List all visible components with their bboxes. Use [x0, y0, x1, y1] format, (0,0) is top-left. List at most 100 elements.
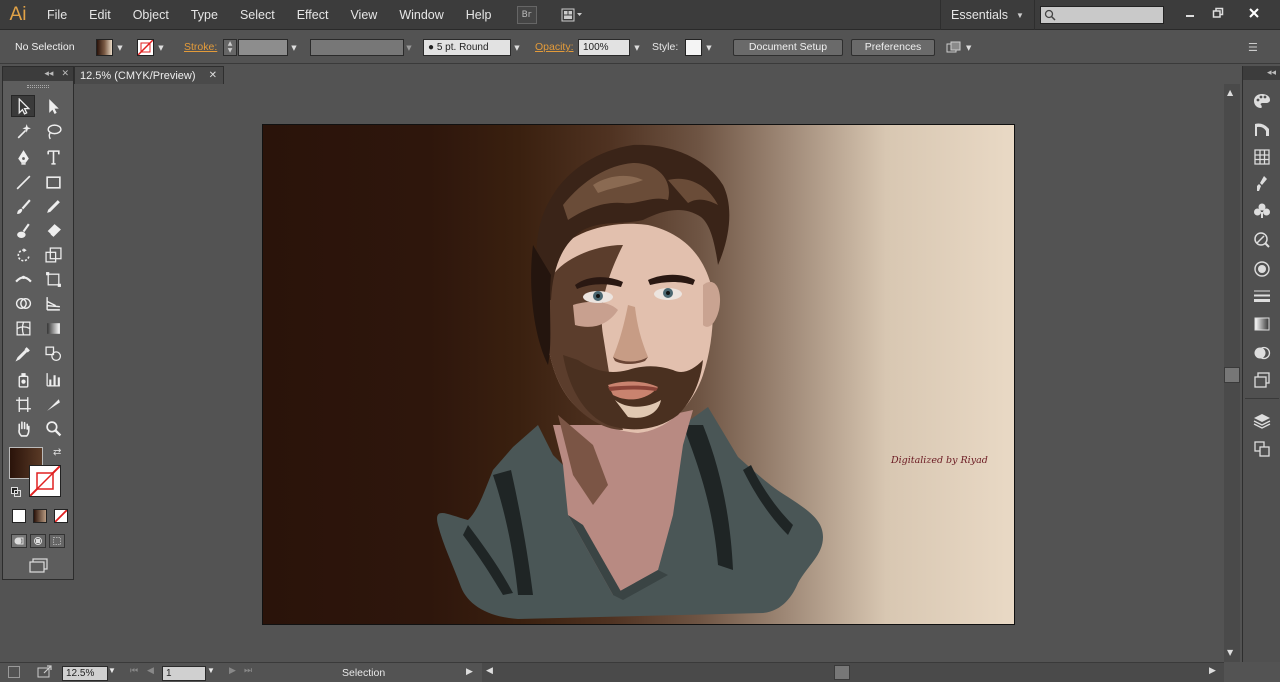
menu-object[interactable]: Object — [122, 0, 180, 30]
artboard-tool-icon[interactable] — [11, 393, 35, 415]
arrange-documents-icon[interactable] — [557, 6, 587, 24]
menu-view[interactable]: View — [339, 0, 388, 30]
status-menu-icon[interactable]: ▶ — [466, 666, 473, 677]
close-icon[interactable] — [1240, 3, 1268, 23]
symbols-icon[interactable] — [1251, 200, 1273, 222]
panel-menu-icon[interactable]: ☰ — [1248, 39, 1264, 56]
stroke-weight-field[interactable] — [238, 39, 288, 56]
menu-file[interactable]: File — [36, 0, 78, 30]
brush-dropdown-icon[interactable]: ▼ — [512, 39, 522, 56]
graphic-style-swatch[interactable] — [685, 39, 702, 56]
document-state-icon[interactable] — [8, 666, 20, 678]
column-graph-tool-icon[interactable] — [41, 368, 65, 390]
appearance-icon[interactable] — [1251, 258, 1273, 280]
lasso-tool-icon[interactable] — [41, 120, 65, 142]
line-segment-tool-icon[interactable] — [11, 171, 35, 193]
stroke-color-box[interactable] — [29, 465, 61, 497]
close-document-icon[interactable]: ✕ — [209, 70, 217, 81]
symbol-sprayer-tool-icon[interactable] — [11, 368, 35, 390]
menu-help[interactable]: Help — [455, 0, 503, 30]
canvas-area[interactable]: Digitalized by Riyad — [74, 84, 1224, 662]
graphic-styles-icon[interactable] — [1251, 229, 1273, 251]
default-fill-stroke-icon[interactable] — [11, 487, 21, 497]
pen-tool-icon[interactable] — [11, 146, 35, 168]
stroke-weight-dropdown-icon[interactable]: ▼ — [289, 39, 299, 56]
opacity-label[interactable]: Opacity: — [535, 39, 574, 56]
workspace-switcher[interactable]: Essentials ▼ — [940, 0, 1035, 30]
open-in-bridge-icon[interactable] — [37, 665, 53, 679]
menu-edit[interactable]: Edit — [78, 0, 122, 30]
style-dropdown-icon[interactable]: ▼ — [704, 39, 714, 56]
swap-fill-stroke-icon[interactable]: ⇄ — [53, 447, 61, 458]
scroll-right-icon[interactable]: ▶ — [1209, 666, 1216, 676]
brushes-icon[interactable] — [1251, 173, 1273, 195]
layers-icon[interactable] — [1251, 410, 1273, 432]
selection-tool-icon[interactable] — [11, 95, 35, 117]
panel-grip[interactable] — [3, 81, 73, 91]
stroke-label[interactable]: Stroke: — [184, 39, 217, 56]
stroke-icon[interactable] — [1251, 285, 1273, 307]
perspective-grid-tool-icon[interactable] — [41, 292, 65, 314]
profile-dropdown-icon[interactable]: ▼ — [404, 39, 414, 56]
horizontal-scrollbar[interactable]: ◀ ▶ — [482, 662, 1224, 682]
menu-effect[interactable]: Effect — [286, 0, 340, 30]
stroke-weight-stepper[interactable]: ▲ ▼ — [223, 39, 237, 56]
brush-definition[interactable]: ● 5 pt. Round — [423, 39, 511, 56]
scale-tool-icon[interactable] — [41, 244, 65, 266]
rotate-tool-icon[interactable] — [11, 244, 35, 266]
zoom-tool-icon[interactable] — [41, 417, 65, 439]
stroke-swatch[interactable] — [137, 39, 154, 56]
document-setup-button[interactable]: Document Setup — [733, 39, 843, 56]
image-trace-icon[interactable] — [1251, 369, 1273, 391]
slice-tool-icon[interactable] — [41, 393, 65, 415]
hand-tool-icon[interactable] — [11, 417, 35, 439]
type-tool-icon[interactable] — [41, 146, 65, 168]
eyedropper-tool-icon[interactable] — [11, 342, 35, 364]
next-artboard-icon[interactable]: ▶ — [229, 666, 236, 676]
color-guide-icon[interactable] — [1251, 118, 1273, 140]
pencil-tool-icon[interactable] — [41, 195, 65, 217]
artboard-number-field[interactable]: 1 — [162, 666, 206, 681]
vertical-scrollbar[interactable]: ▲ ▼ — [1224, 84, 1240, 662]
artboard-dropdown-icon[interactable]: ▼ — [207, 666, 215, 675]
fill-dropdown-icon[interactable]: ▼ — [115, 39, 125, 56]
zoom-dropdown-icon[interactable]: ▼ — [108, 666, 116, 675]
menu-type[interactable]: Type — [180, 0, 229, 30]
magic-wand-tool-icon[interactable] — [11, 120, 35, 142]
last-artboard-icon[interactable]: ⏭ — [244, 666, 252, 676]
document-tab[interactable]: 12.5% (CMYK/Preview) ✕ — [74, 66, 224, 84]
eraser-tool-icon[interactable] — [41, 219, 65, 241]
vertical-scroll-thumb[interactable] — [1224, 367, 1240, 383]
free-transform-tool-icon[interactable] — [41, 268, 65, 290]
draw-normal-icon[interactable] — [11, 534, 27, 548]
gradient-mode-icon[interactable] — [33, 509, 47, 523]
scroll-left-icon[interactable]: ◀ — [486, 666, 493, 676]
variable-width-profile[interactable] — [310, 39, 404, 56]
bridge-icon[interactable]: Br — [516, 5, 537, 24]
fill-swatch[interactable] — [96, 39, 113, 56]
search-input[interactable] — [1040, 6, 1164, 24]
horizontal-scroll-thumb[interactable] — [834, 665, 850, 680]
restore-icon[interactable] — [1204, 3, 1232, 23]
rectangle-tool-icon[interactable] — [41, 171, 65, 193]
blend-tool-icon[interactable] — [41, 342, 65, 364]
opacity-dropdown-icon[interactable]: ▼ — [632, 39, 642, 56]
first-artboard-icon[interactable]: ⏮ — [130, 666, 138, 676]
mesh-tool-icon[interactable] — [11, 317, 35, 339]
swatches-icon[interactable] — [1251, 146, 1273, 168]
width-tool-icon[interactable] — [11, 268, 35, 290]
paintbrush-tool-icon[interactable] — [11, 195, 35, 217]
blob-brush-tool-icon[interactable] — [11, 219, 35, 241]
menu-select[interactable]: Select — [229, 0, 286, 30]
shape-builder-tool-icon[interactable] — [11, 292, 35, 314]
stroke-dropdown-icon[interactable]: ▼ — [156, 39, 166, 56]
draw-inside-icon[interactable] — [49, 534, 65, 548]
none-mode-icon[interactable] — [54, 509, 68, 523]
direct-selection-tool-icon[interactable] — [41, 95, 65, 117]
previous-artboard-icon[interactable]: ◀ — [147, 666, 154, 676]
draw-behind-icon[interactable] — [30, 534, 46, 548]
gradient-icon[interactable] — [1251, 313, 1273, 335]
collapse-panel-icon[interactable]: ◂◂ — [44, 69, 53, 79]
preferences-button[interactable]: Preferences — [851, 39, 935, 56]
artboards-icon[interactable] — [1251, 438, 1273, 460]
